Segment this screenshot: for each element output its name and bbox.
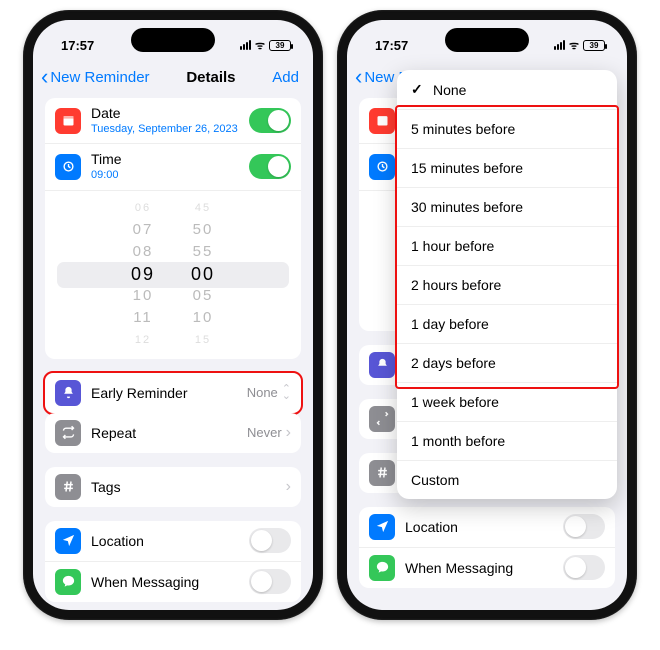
nav-title: Details (186, 69, 235, 86)
chevron-left-icon: ‹ (355, 66, 364, 88)
location-row[interactable]: Location (45, 521, 301, 562)
early-reminder-row[interactable]: Early Reminder None ⌃⌄ (45, 373, 301, 413)
early-reminder-card: Early Reminder None ⌃⌄ (43, 371, 303, 415)
menu-item[interactable]: 1 week before (397, 383, 617, 422)
back-button[interactable]: ‹ New Reminder (41, 66, 150, 88)
time-row[interactable]: Time 09:00 (45, 144, 301, 190)
menu-item-none[interactable]: ✓ None (397, 70, 617, 110)
location-label: Location (405, 519, 458, 535)
early-reminder-value: None (247, 385, 278, 400)
time-value: 09:00 (91, 169, 122, 183)
dynamic-island (131, 28, 215, 52)
minute-wheel[interactable]: 45 50 55 00 05 10 15 (191, 197, 215, 351)
date-label: Date (91, 105, 238, 123)
hour-wheel[interactable]: 06 07 08 09 10 11 12 (131, 197, 155, 351)
menu-item-custom[interactable]: Custom (397, 461, 617, 499)
status-time: 17:57 (375, 38, 408, 53)
early-reminder-label: Early Reminder (91, 385, 187, 401)
location-icon (55, 528, 81, 554)
date-row[interactable]: Date Tuesday, September 26, 2023 (45, 98, 301, 144)
location-toggle[interactable] (249, 528, 291, 553)
messaging-toggle[interactable] (249, 569, 291, 594)
repeat-icon (55, 420, 81, 446)
location-messaging-card: Location When Messaging (359, 507, 615, 588)
battery-icon: 39 (269, 40, 291, 51)
early-reminder-menu: ✓ None 5 minutes before 15 minutes befor… (397, 70, 617, 499)
messaging-row[interactable]: When Messaging (359, 548, 615, 588)
repeat-value: Never (247, 425, 282, 440)
menu-item[interactable]: 2 days before (397, 344, 617, 383)
battery-icon: 39 (583, 40, 605, 51)
calendar-icon (369, 108, 395, 134)
tags-row[interactable]: Tags › (45, 467, 301, 507)
message-icon (55, 569, 81, 595)
datetime-card: Date Tuesday, September 26, 2023 Time 09… (45, 98, 301, 359)
repeat-card: Repeat Never › (45, 413, 301, 453)
tags-label: Tags (91, 479, 121, 495)
menu-item[interactable]: 5 minutes before (397, 110, 617, 149)
menu-item[interactable]: 1 month before (397, 422, 617, 461)
repeat-label: Repeat (91, 425, 136, 441)
clock-icon (55, 154, 81, 180)
checkmark-icon: ✓ (411, 81, 427, 98)
location-row[interactable]: Location (359, 507, 615, 548)
tags-card: Tags › (45, 467, 301, 507)
messaging-row[interactable]: When Messaging (45, 562, 301, 602)
bell-icon (369, 352, 395, 378)
date-value: Tuesday, September 26, 2023 (91, 123, 238, 137)
messaging-label: When Messaging (405, 560, 513, 576)
signal-icon (240, 40, 251, 50)
date-toggle[interactable] (249, 108, 291, 133)
nav-bar: ‹ New Reminder Details Add (33, 60, 313, 98)
add-button[interactable]: Add (272, 69, 299, 86)
repeat-icon (369, 406, 395, 432)
calendar-icon (55, 108, 81, 134)
phone-left: 17:57 ᯤ 39 ‹ New Reminder Details Add (23, 10, 323, 620)
chevron-right-icon: › (286, 424, 291, 442)
hash-icon (369, 460, 395, 486)
back-label: New Reminder (50, 69, 149, 86)
location-label: Location (91, 533, 144, 549)
menu-item[interactable]: 2 hours before (397, 266, 617, 305)
message-icon (369, 555, 395, 581)
chevron-right-icon: › (286, 478, 291, 496)
chevron-left-icon: ‹ (41, 66, 50, 88)
dynamic-island (445, 28, 529, 52)
updown-icon: ⌃⌄ (282, 386, 291, 399)
menu-item[interactable]: 1 day before (397, 305, 617, 344)
wifi-icon: ᯤ (569, 38, 579, 53)
menu-item[interactable]: 15 minutes before (397, 149, 617, 188)
hash-icon (55, 474, 81, 500)
messaging-toggle[interactable] (563, 555, 605, 580)
wifi-icon: ᯤ (255, 38, 265, 53)
repeat-row[interactable]: Repeat Never › (45, 413, 301, 453)
time-label: Time (91, 151, 122, 169)
bell-icon (55, 380, 81, 406)
time-toggle[interactable] (249, 154, 291, 179)
status-time: 17:57 (61, 38, 94, 53)
clock-icon (369, 154, 395, 180)
location-icon (369, 514, 395, 540)
location-messaging-card: Location When Messaging (45, 521, 301, 602)
menu-item[interactable]: 1 hour before (397, 227, 617, 266)
messaging-label: When Messaging (91, 574, 199, 590)
time-picker[interactable]: 06 07 08 09 10 11 12 45 50 (45, 191, 301, 359)
signal-icon (554, 40, 565, 50)
menu-item[interactable]: 30 minutes before (397, 188, 617, 227)
location-toggle[interactable] (563, 514, 605, 539)
phone-right: 17:57 ᯤ 39 ‹ New Reminder ✓ N (337, 10, 637, 620)
messaging-footnote: Selecting this option will show the remi… (359, 602, 615, 605)
